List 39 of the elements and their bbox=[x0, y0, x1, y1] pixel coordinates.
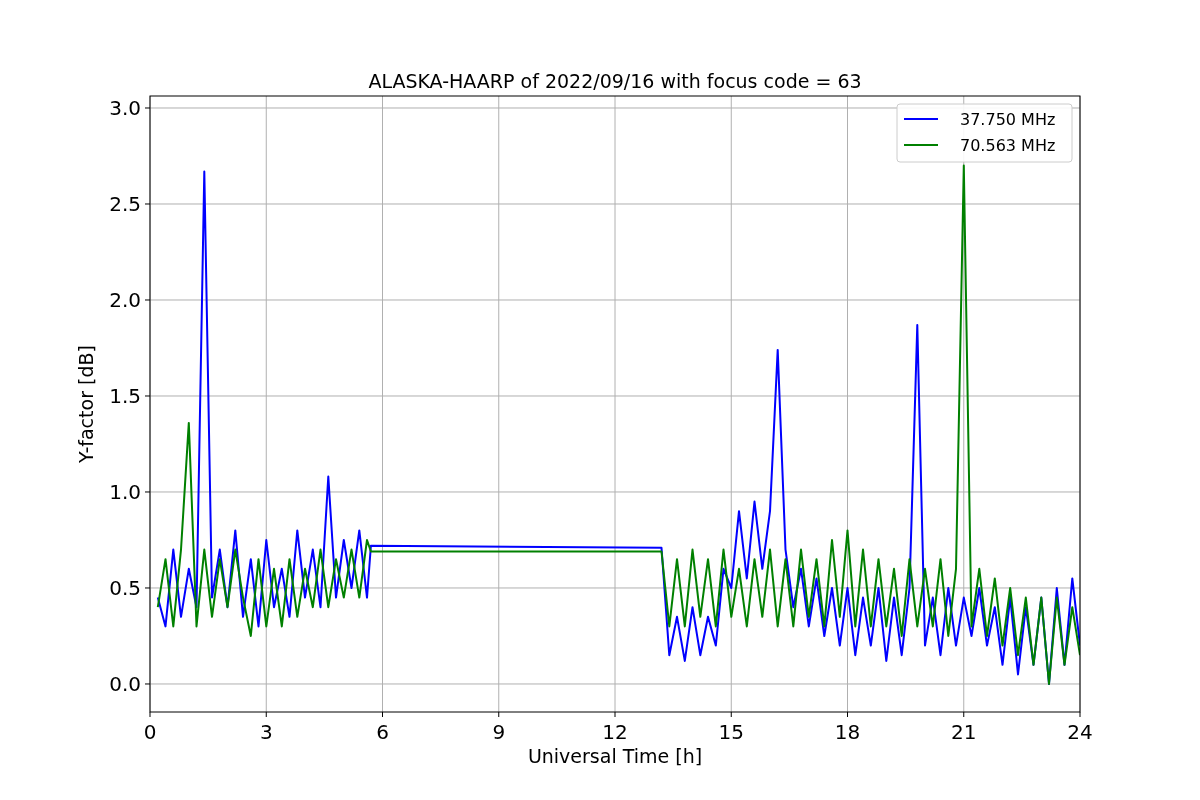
tick-mark bbox=[730, 711, 732, 718]
legend-label: 70.563 MHz bbox=[960, 136, 1056, 155]
y-tick-label: 0.5 bbox=[109, 575, 141, 600]
tick-mark bbox=[847, 711, 848, 718]
tick-mark bbox=[144, 203, 151, 205]
x-tick-label: 18 bbox=[834, 720, 861, 744]
tick-mark bbox=[963, 711, 965, 718]
chart-title: ALASKA-HAARP of 2022/09/16 with focus code = 63 bbox=[368, 70, 862, 92]
x-axis-label: Universal Time [h] bbox=[527, 745, 703, 767]
y-tick-label: 1.0 bbox=[109, 480, 141, 504]
legend-line-icon bbox=[903, 118, 939, 120]
y-tick-label: 2.5 bbox=[109, 192, 141, 216]
tick-mark bbox=[149, 711, 151, 718]
tick-mark bbox=[144, 299, 151, 301]
x-tick-label: 0 bbox=[143, 720, 157, 744]
legend-label: 37.750 MHz bbox=[960, 110, 1056, 129]
tick-mark bbox=[144, 491, 151, 493]
tick-mark bbox=[1079, 711, 1081, 718]
x-tick-label: 6 bbox=[376, 720, 389, 744]
tick-mark bbox=[498, 711, 500, 718]
y-tick-label: 2.0 bbox=[109, 288, 141, 312]
y-tick-label: 0.0 bbox=[109, 671, 141, 696]
tick-mark bbox=[144, 107, 151, 109]
y-tick-label: 3.0 bbox=[109, 96, 141, 120]
tick-mark bbox=[265, 711, 267, 718]
legend-line-icon bbox=[903, 144, 939, 146]
x-tick-label: 9 bbox=[492, 720, 506, 744]
x-tick-label: 15 bbox=[718, 720, 744, 744]
x-tick-label: 24 bbox=[1067, 720, 1093, 744]
tick-mark bbox=[144, 683, 151, 685]
x-tick-label: 21 bbox=[951, 720, 977, 744]
y-tick-label: 1.5 bbox=[109, 384, 141, 408]
y-axis-label: Y-factor [dB] bbox=[75, 345, 97, 463]
tick-mark bbox=[382, 711, 383, 718]
x-tick-label: 3 bbox=[259, 720, 273, 744]
x-tick-label: 12 bbox=[602, 720, 628, 744]
tick-mark bbox=[144, 395, 151, 397]
tick-mark bbox=[614, 711, 616, 718]
tick-mark bbox=[144, 587, 151, 589]
